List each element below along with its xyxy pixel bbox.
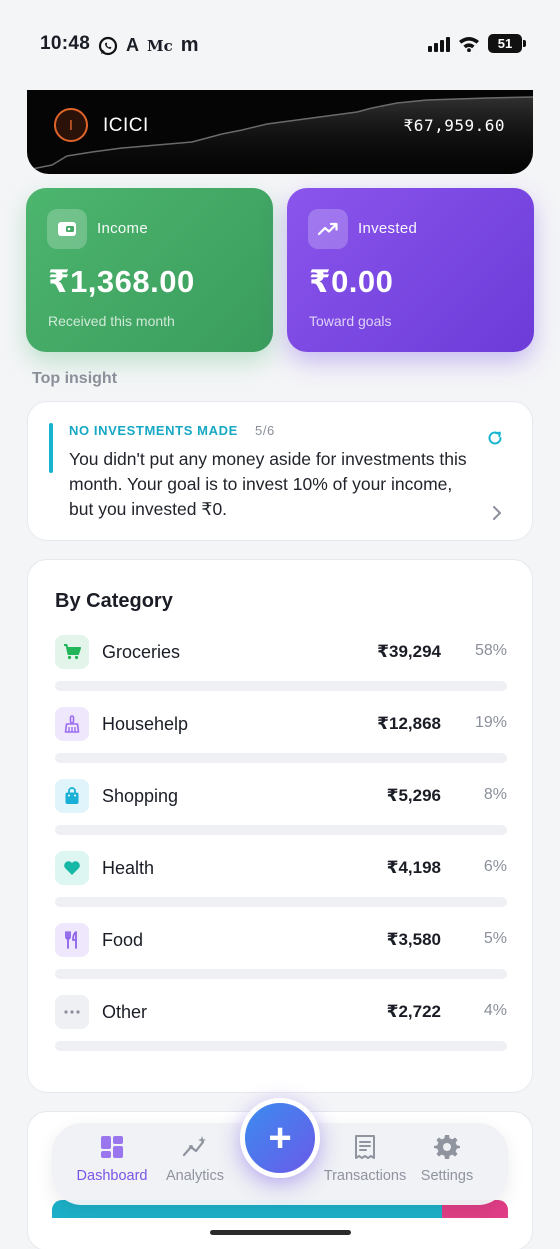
trending-up-icon: [308, 209, 348, 249]
category-percent: 4%: [483, 1002, 507, 1019]
wallet-icon: [47, 209, 87, 249]
tab-analytics[interactable]: Analytics: [150, 1134, 240, 1184]
category-percent: 5%: [483, 930, 507, 947]
category-progress-track: [55, 897, 507, 907]
income-value: ₹1,368.00: [48, 264, 195, 299]
insight-section-label: Top insight: [32, 370, 118, 387]
bank-logo: I: [54, 108, 88, 142]
analytics-icon: [182, 1136, 206, 1157]
status-bar: 10:48 A Mc m 51: [0, 0, 560, 90]
category-row-other[interactable]: Other ₹2,722 4%: [55, 995, 507, 1055]
tab-label: Analytics: [165, 1168, 225, 1184]
category-row-groceries[interactable]: Groceries ₹39,294 58%: [55, 635, 507, 695]
category-name: Shopping: [102, 786, 179, 806]
category-row-shopping[interactable]: Shopping ₹5,296 8%: [55, 779, 507, 839]
broom-icon: [55, 707, 89, 741]
category-percent: 58%: [474, 642, 507, 659]
insight-text: You didn't put any money aside for inves…: [69, 449, 467, 519]
category-name: Other: [102, 1002, 148, 1022]
category-progress-track: [55, 753, 507, 763]
category-progress-track: [55, 825, 507, 835]
category-name: Househelp: [102, 714, 189, 734]
refresh-icon[interactable]: [486, 429, 504, 447]
wifi-icon: [459, 37, 479, 52]
receipt-icon: [355, 1135, 375, 1159]
invested-label: Invested: [358, 220, 418, 237]
category-percent: 19%: [474, 714, 507, 731]
category-name: Food: [102, 930, 144, 950]
insight-card[interactable]: NO INVESTMENTS MADE 5/6 You didn't put a…: [27, 401, 533, 541]
income-card[interactable]: Income ₹1,368.00 Received this month: [26, 188, 273, 352]
cart-icon: [55, 635, 89, 669]
bank-name: ICICI: [103, 115, 149, 136]
category-amount: ₹39,294: [377, 642, 441, 661]
tab-settings[interactable]: Settings: [402, 1134, 492, 1184]
category-progress-track: [55, 969, 507, 979]
invested-value: ₹0.00: [309, 264, 394, 299]
status-app-icons: A Mc m: [98, 34, 199, 57]
income-subtitle: Received this month: [48, 313, 175, 329]
category-amount: ₹3,580: [386, 930, 441, 949]
chevron-right-icon[interactable]: [490, 504, 504, 522]
tab-label: Dashboard: [76, 1168, 148, 1184]
category-progress-track: [55, 681, 507, 691]
more-icon: [55, 995, 89, 1029]
category-percent: 6%: [483, 858, 507, 875]
add-transaction-button[interactable]: +: [240, 1098, 320, 1178]
dashboard-icon: [101, 1136, 123, 1158]
tab-label: Settings: [420, 1168, 474, 1184]
tab-transactions[interactable]: Transactions: [320, 1134, 410, 1184]
app-letter-mc: Mc: [147, 36, 173, 55]
cellular-signal-icon: [428, 36, 450, 52]
tab-label: Transactions: [323, 1168, 407, 1184]
insight-accent-bar: [49, 423, 53, 473]
app-letter-a: A: [126, 35, 139, 55]
heart-icon: [55, 851, 89, 885]
shopping-bag-icon: [55, 779, 89, 813]
home-indicator: [210, 1230, 351, 1235]
app-letter-m: m: [180, 34, 199, 56]
category-progress-track: [55, 1041, 507, 1051]
category-row-food[interactable]: Food ₹3,580 5%: [55, 923, 507, 983]
status-time: 10:48: [40, 33, 91, 54]
income-label: Income: [97, 220, 148, 237]
status-indicators: 51: [428, 34, 526, 53]
invested-subtitle: Toward goals: [309, 313, 392, 329]
category-amount: ₹2,722: [386, 1002, 441, 1021]
insight-counter: 5/6: [255, 423, 275, 438]
account-balance: ₹67,959.60: [403, 116, 505, 135]
category-name: Health: [102, 858, 155, 878]
category-amount: ₹5,296: [386, 786, 441, 805]
utensils-icon: [55, 923, 89, 957]
battery-icon: 51: [488, 34, 526, 53]
category-title: By Category: [55, 590, 173, 612]
category-amount: ₹12,868: [377, 714, 441, 733]
category-row-househelp[interactable]: Househelp ₹12,868 19%: [55, 707, 507, 767]
category-card: By Category Groceries ₹39,294 58% Househ…: [27, 559, 533, 1093]
gear-icon: [434, 1135, 460, 1159]
category-name: Groceries: [102, 642, 181, 662]
whatsapp-icon: [98, 36, 118, 55]
invested-card[interactable]: Invested ₹0.00 Toward goals: [287, 188, 534, 352]
insight-tag: NO INVESTMENTS MADE: [69, 423, 238, 438]
category-amount: ₹4,198: [386, 858, 441, 877]
tab-dashboard[interactable]: Dashboard: [67, 1134, 157, 1184]
category-percent: 8%: [483, 786, 507, 803]
category-row-health[interactable]: Health ₹4,198 6%: [55, 851, 507, 911]
